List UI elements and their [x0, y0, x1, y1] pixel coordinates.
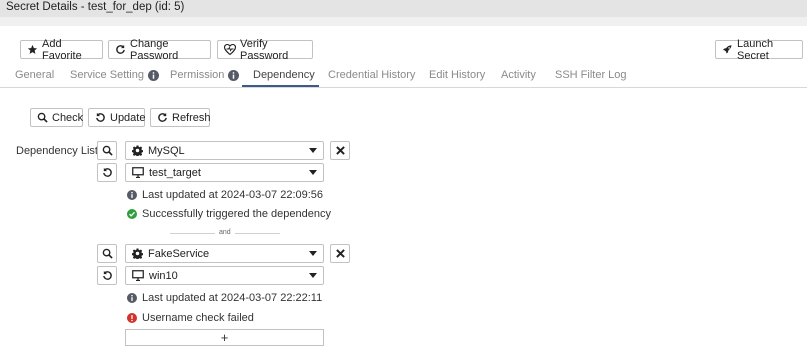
monitor-icon [132, 167, 144, 178]
search-service-button[interactable] [97, 244, 117, 263]
undo-icon [102, 270, 112, 280]
gear-icon [132, 145, 143, 156]
search-icon [102, 145, 113, 156]
add-favorite-label: Add Favorite [42, 37, 82, 62]
add-favorite-button[interactable]: Add Favorite [20, 37, 103, 62]
tab-service-setting[interactable]: Service Setting [70, 69, 159, 81]
tab-general-label: General [15, 69, 55, 81]
tab-permission-label: Permission [170, 69, 225, 81]
undo-icon [102, 167, 112, 177]
window-titlebar: Secret Details - test_for_dep (id: 5) [0, 0, 807, 17]
service-select[interactable]: FakeService [125, 244, 324, 263]
reset-target-button[interactable] [97, 266, 117, 285]
close-icon [335, 249, 345, 258]
remove-dependency-button[interactable] [330, 244, 350, 263]
last-updated-status: Last updated at 2024-03-07 22:09:56 [127, 189, 323, 201]
tab-activity-label: Activity [501, 69, 536, 81]
tab-dependency-label: Dependency [253, 69, 315, 81]
trigger-status: Successfully triggered the dependency [127, 208, 331, 220]
tab-service-setting-label: Service Setting [70, 69, 144, 81]
caret-down-icon [309, 148, 317, 153]
check-label: Check [52, 111, 84, 124]
verify-password-label: Verify Password [240, 37, 289, 62]
target-select[interactable]: win10 [125, 266, 324, 285]
refresh-button[interactable]: Refresh [150, 108, 211, 127]
check-button[interactable]: Check [30, 108, 83, 127]
check-circle-icon [127, 209, 137, 219]
close-icon [335, 146, 345, 155]
tab-dependency[interactable]: Dependency [253, 69, 315, 81]
service-select-value: MySQL [148, 144, 185, 157]
target-select-value: test_target [149, 166, 201, 179]
trigger-status-text: Successfully triggered the dependency [142, 208, 331, 220]
rocket-icon [722, 45, 732, 54]
info-icon [127, 190, 137, 200]
update-label: Update [110, 111, 146, 124]
window-title: Secret Details - test_for_dep (id: 5) [6, 1, 185, 13]
caret-down-icon [309, 170, 317, 175]
last-updated-text: Last updated at 2024-03-07 22:09:56 [142, 189, 324, 201]
refresh-icon [158, 112, 167, 122]
last-updated-text: Last updated at 2024-03-07 22:22:11 [142, 292, 323, 304]
tab-bar: General Service Setting Permission Depen… [0, 66, 807, 88]
tab-edit-history-label: Edit History [429, 69, 486, 81]
info-icon [127, 293, 137, 303]
reset-target-button[interactable] [97, 163, 117, 182]
refresh-label: Refresh [172, 111, 211, 124]
add-dependency-button[interactable]: + [125, 329, 324, 346]
service-select-value: FakeService [148, 247, 210, 260]
tab-ssh-filter-log-label: SSH Filter Log [555, 69, 627, 81]
header-band [0, 17, 807, 26]
change-password-label: Change Password [130, 37, 179, 62]
tab-credential-history[interactable]: Credential History [328, 69, 415, 81]
target-select[interactable]: test_target [125, 163, 324, 182]
heartbeat-icon [224, 44, 236, 55]
launch-secret-button[interactable]: Launch Secret [715, 37, 803, 62]
verify-password-button[interactable]: Verify Password [217, 37, 313, 62]
remove-dependency-button[interactable] [330, 141, 350, 160]
tab-general[interactable]: General [15, 69, 54, 81]
service-select[interactable]: MySQL [125, 141, 324, 160]
info-icon [147, 69, 159, 81]
caret-down-icon [309, 273, 317, 278]
info-icon [228, 69, 240, 81]
change-password-button[interactable]: Change Password [108, 37, 211, 62]
undo-icon [96, 112, 105, 122]
dependency-list-label: Dependency List [16, 145, 98, 157]
separator-line [170, 233, 215, 234]
active-tab-indicator [242, 85, 319, 87]
plus-icon: + [220, 330, 229, 345]
update-button[interactable]: Update [88, 108, 145, 127]
caret-down-icon [309, 251, 317, 256]
search-icon [37, 112, 48, 123]
error-icon [127, 313, 137, 323]
search-icon [102, 248, 113, 259]
search-service-button[interactable] [97, 141, 117, 160]
tab-ssh-filter-log[interactable]: SSH Filter Log [555, 69, 627, 81]
tab-edit-history[interactable]: Edit History [429, 69, 485, 81]
check-failed-status: Username check failed [127, 312, 254, 324]
star-icon [27, 44, 38, 54]
check-failed-text: Username check failed [142, 312, 254, 324]
refresh-icon [116, 44, 125, 54]
monitor-icon [132, 270, 144, 281]
tab-activity[interactable]: Activity [501, 69, 536, 81]
gear-icon [132, 248, 143, 259]
tab-credential-history-label: Credential History [328, 69, 416, 81]
separator-label: and [219, 229, 231, 236]
tab-permission[interactable]: Permission [170, 69, 240, 81]
target-select-value: win10 [149, 269, 178, 282]
last-updated-status: Last updated at 2024-03-07 22:22:11 [127, 292, 322, 304]
launch-secret-label: Launch Secret [737, 37, 774, 62]
separator-line [235, 233, 280, 234]
